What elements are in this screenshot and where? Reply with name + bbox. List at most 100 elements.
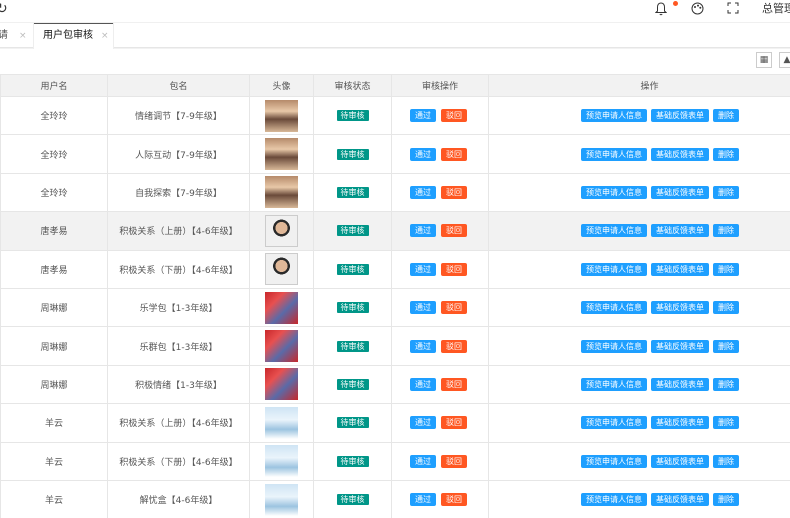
audit-cell: 通过 驳回 (391, 479, 489, 518)
column-header: 审核状态 (313, 74, 392, 97)
preview-applicant-button[interactable]: 预览申请人信息 (581, 416, 647, 430)
reject-button[interactable]: 驳回 (441, 339, 467, 353)
approve-button[interactable]: 通过 (410, 416, 436, 430)
delete-button[interactable]: 删除 (713, 185, 739, 199)
feedback-form-button[interactable]: 基础反馈表单 (651, 377, 709, 391)
columns-icon[interactable]: ▦ (756, 52, 772, 68)
delete-button[interactable]: 删除 (713, 339, 739, 353)
close-icon[interactable]: × (101, 31, 109, 41)
approve-button[interactable]: 通过 (410, 377, 436, 391)
delete-button[interactable]: 删除 (713, 377, 739, 391)
reject-button[interactable]: 驳回 (441, 185, 467, 199)
bell-icon[interactable] (655, 2, 667, 16)
reject-button[interactable]: 驳回 (441, 416, 467, 430)
avatar[interactable] (265, 253, 298, 286)
package-name-cell: 积极关系（上册）【4-6年级】 (107, 211, 250, 251)
package-name-cell: 积极关系（下册）【4-6年级】 (107, 441, 250, 481)
avatar[interactable] (265, 368, 298, 401)
username-cell: 周琳娜 (0, 326, 108, 366)
package-name-cell: 积极情绪【1-3年级】 (107, 364, 250, 405)
delete-button[interactable]: 删除 (713, 224, 739, 238)
avatar-cell (249, 134, 314, 174)
delete-button[interactable]: 删除 (713, 262, 739, 276)
delete-button[interactable]: 删除 (713, 416, 739, 430)
preview-applicant-button[interactable]: 预览申请人信息 (581, 147, 647, 161)
avatar[interactable] (265, 291, 298, 324)
skin-icon[interactable] (691, 2, 704, 15)
status-badge: 待审核 (336, 378, 369, 390)
preview-applicant-button[interactable]: 预览申请人信息 (581, 454, 647, 468)
feedback-form-button[interactable]: 基础反馈表单 (651, 224, 709, 238)
preview-applicant-button[interactable]: 预览申请人信息 (581, 262, 647, 276)
feedback-form-button[interactable]: 基础反馈表单 (651, 416, 709, 430)
approve-button[interactable]: 通过 (410, 339, 436, 353)
reject-button[interactable]: 驳回 (441, 109, 467, 123)
preview-applicant-button[interactable]: 预览申请人信息 (581, 493, 647, 507)
delete-button[interactable]: 删除 (713, 493, 739, 507)
approve-button[interactable]: 通过 (410, 224, 436, 238)
preview-applicant-button[interactable]: 预览申请人信息 (581, 377, 647, 391)
preview-applicant-button[interactable]: 预览申请人信息 (581, 301, 647, 315)
status-cell: 待审核 (313, 95, 392, 136)
approve-button[interactable]: 通过 (410, 493, 436, 507)
audit-cell: 通过 驳回 (391, 95, 489, 136)
avatar[interactable] (265, 138, 298, 171)
username-cell: 周琳娜 (0, 287, 108, 328)
approve-button[interactable]: 通过 (410, 185, 436, 199)
avatar[interactable] (265, 406, 298, 439)
reject-button[interactable]: 驳回 (441, 493, 467, 507)
approve-button[interactable]: 通过 (410, 147, 436, 161)
delete-button[interactable]: 删除 (713, 109, 739, 123)
operations-cell: 预览申请人信息 基础反馈表单 删除 (488, 95, 790, 136)
delete-button[interactable]: 删除 (713, 301, 739, 315)
avatar[interactable] (265, 330, 298, 363)
fullscreen-icon[interactable] (727, 2, 739, 14)
approve-button[interactable]: 通过 (410, 109, 436, 123)
feedback-form-button[interactable]: 基础反馈表单 (651, 493, 709, 507)
audit-cell: 通过 驳回 (391, 134, 489, 174)
avatar[interactable] (265, 214, 298, 247)
feedback-form-button[interactable]: 基础反馈表单 (651, 301, 709, 315)
feedback-form-button[interactable]: 基础反馈表单 (651, 454, 709, 468)
reject-button[interactable]: 驳回 (441, 224, 467, 238)
avatar[interactable] (265, 483, 298, 516)
table-row: 全玲玲 人际互动【7-9年级】 待审核 通过 驳回 预览申请人信息 基础反馈表单 删除 (0, 134, 790, 174)
refresh-icon[interactable]: ↻ (0, 1, 8, 17)
notification-dot (673, 1, 678, 6)
avatar-cell (249, 326, 314, 366)
table-row: 周琳娜 乐学包【1-3年级】 待审核 通过 驳回 预览申请人信息 基础反馈表单 删除 (0, 287, 790, 328)
avatar[interactable] (265, 445, 298, 478)
preview-applicant-button[interactable]: 预览申请人信息 (581, 185, 647, 199)
status-badge: 待审核 (336, 302, 369, 314)
status-badge: 待审核 (336, 110, 369, 122)
feedback-form-button[interactable]: 基础反馈表单 (651, 147, 709, 161)
column-header: 头像 (249, 74, 314, 97)
approve-button[interactable]: 通过 (410, 454, 436, 468)
close-icon[interactable]: × (19, 31, 27, 41)
reject-button[interactable]: 驳回 (441, 454, 467, 468)
preview-applicant-button[interactable]: 预览申请人信息 (581, 109, 647, 123)
status-badge: 待审核 (336, 263, 369, 275)
feedback-form-button[interactable]: 基础反馈表单 (651, 109, 709, 123)
tab-previous[interactable]: 请 × (0, 23, 32, 49)
avatar[interactable] (265, 176, 298, 209)
current-user[interactable]: 总管理 (762, 0, 790, 16)
tab-user-package-review[interactable]: 用户包审核 × (33, 23, 114, 49)
feedback-form-button[interactable]: 基础反馈表单 (651, 185, 709, 199)
avatar-cell (249, 364, 314, 405)
reject-button[interactable]: 驳回 (441, 301, 467, 315)
preview-applicant-button[interactable]: 预览申请人信息 (581, 339, 647, 353)
preview-applicant-button[interactable]: 预览申请人信息 (581, 224, 647, 238)
feedback-form-button[interactable]: 基础反馈表单 (651, 262, 709, 276)
reject-button[interactable]: 驳回 (441, 262, 467, 276)
approve-button[interactable]: 通过 (410, 262, 436, 276)
export-icon[interactable]: ▲ (779, 52, 790, 68)
delete-button[interactable]: 删除 (713, 147, 739, 161)
approve-button[interactable]: 通过 (410, 301, 436, 315)
feedback-form-button[interactable]: 基础反馈表单 (651, 339, 709, 353)
column-header: 审核操作 (391, 74, 489, 97)
reject-button[interactable]: 驳回 (441, 147, 467, 161)
avatar[interactable] (265, 99, 298, 132)
reject-button[interactable]: 驳回 (441, 377, 467, 391)
delete-button[interactable]: 删除 (713, 454, 739, 468)
